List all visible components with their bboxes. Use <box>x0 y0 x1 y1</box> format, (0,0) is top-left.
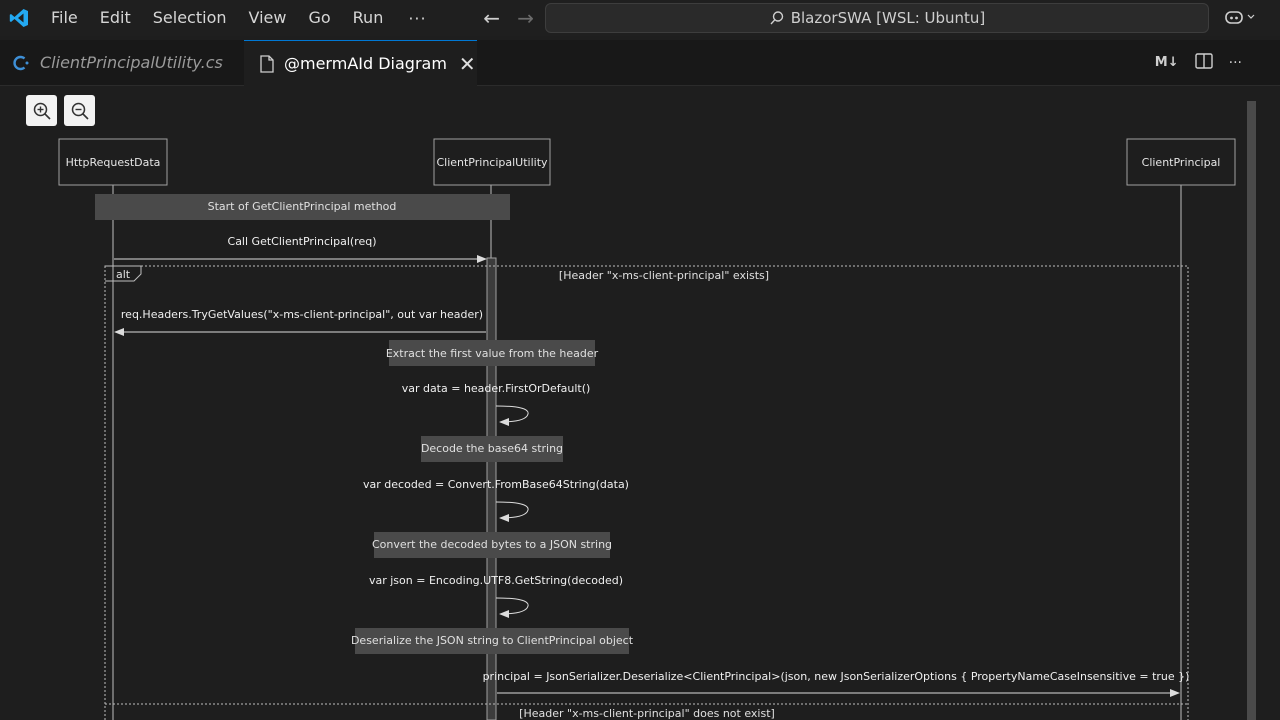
message-label: req.Headers.TryGetValues("x-ms-client-pr… <box>121 308 483 321</box>
note-decode: Decode the base64 string <box>421 436 563 462</box>
note-extract: Extract the first value from the header <box>386 340 599 366</box>
self-message-arrow <box>495 405 529 426</box>
alt-condition-exists: [Header "x-ms-client-principal" exists] <box>559 269 769 282</box>
actor-label: ClientPrincipalUtility <box>436 156 548 169</box>
message-label: var data = header.FirstOrDefault() <box>402 382 591 395</box>
note-text: Convert the decoded bytes to a JSON stri… <box>372 538 612 551</box>
note-text: Decode the base64 string <box>421 442 563 455</box>
message-label: var decoded = Convert.FromBase64String(d… <box>363 478 629 491</box>
alt-frame <box>104 265 1189 720</box>
note-text: Start of GetClientPrincipal method <box>208 200 397 213</box>
note-convert: Convert the decoded bytes to a JSON stri… <box>372 532 612 558</box>
actor-httprequestdata: HttpRequestData <box>58 138 168 186</box>
self-message-arrow <box>495 597 529 618</box>
note-deserialize: Deserialize the JSON string to ClientPri… <box>351 628 634 654</box>
message-label: Call GetClientPrincipal(req) <box>228 235 377 248</box>
message-label: principal = JsonSerializer.Deserialize<C… <box>483 670 1190 683</box>
message-label: var json = Encoding.UTF8.GetString(decod… <box>369 574 623 587</box>
sequence-diagram: HttpRequestData ClientPrincipalUtility C… <box>58 138 1236 720</box>
note-text: Extract the first value from the header <box>386 347 599 360</box>
alt-label: alt <box>116 268 131 281</box>
alt-condition-not-exists: [Header "x-ms-client-principal" does not… <box>519 707 775 720</box>
actor-label: ClientPrincipal <box>1142 156 1221 169</box>
actor-clientprincipal: ClientPrincipal <box>1126 138 1236 186</box>
note-text: Deserialize the JSON string to ClientPri… <box>351 634 634 647</box>
actor-clientprincipalutility: ClientPrincipalUtility <box>433 138 551 186</box>
actor-label: HttpRequestData <box>66 156 161 169</box>
note-start: Start of GetClientPrincipal method <box>95 194 510 220</box>
self-message-arrow <box>495 501 529 522</box>
